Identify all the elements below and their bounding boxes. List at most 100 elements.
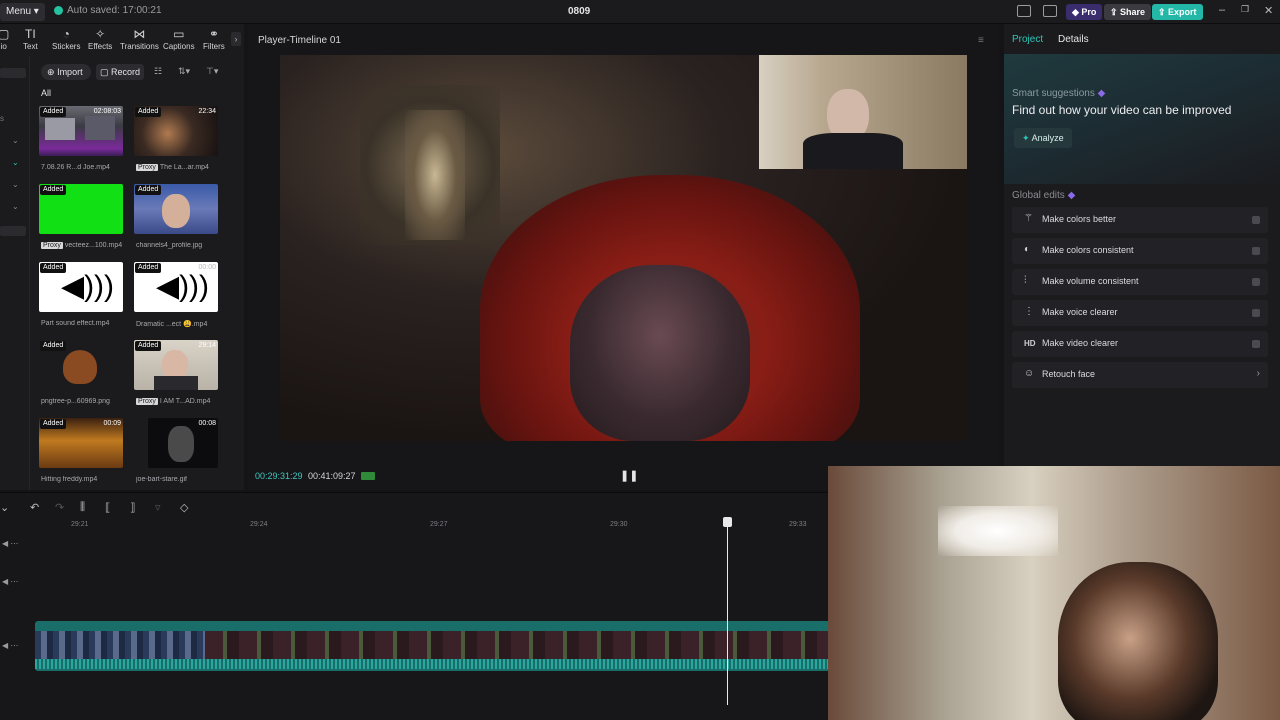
- sidebar-item[interactable]: [0, 226, 26, 236]
- tool-text[interactable]: TI Text: [23, 28, 38, 52]
- toggle[interactable]: [1252, 340, 1260, 348]
- player-panel: Player-Timeline 01 ≡ 00:29:31:29 00:41:0…: [248, 24, 998, 490]
- share-button[interactable]: ⇪ Share: [1104, 4, 1152, 20]
- global-edit-colors-consistent[interactable]: ◐ Make colors consistent: [1012, 238, 1268, 264]
- added-badge: Added: [40, 185, 67, 195]
- filter-icon[interactable]: ⊤▾: [206, 66, 218, 77]
- chevron-down-icon[interactable]: ⌄: [12, 202, 19, 211]
- toggle[interactable]: [1252, 247, 1260, 255]
- media-item[interactable]: Added 29:14: [134, 340, 218, 390]
- menu-button[interactable]: Menu ▾: [0, 3, 45, 21]
- media-item[interactable]: ◀︎))) Added: [39, 262, 123, 312]
- audio-track-icon[interactable]: ◀︎ ⋯: [2, 577, 18, 586]
- audio-track-icon[interactable]: ◀︎ ⋯: [2, 539, 18, 548]
- added-badge: Added: [135, 185, 162, 195]
- media-name: 7.08.26 R...d Joe.mp4: [41, 164, 110, 171]
- project-name[interactable]: 0809: [568, 6, 590, 17]
- tool-transitions[interactable]: ⋈ Transitions: [120, 28, 159, 52]
- toggle[interactable]: [1252, 216, 1260, 224]
- media-item[interactable]: Added 02:08:03: [39, 106, 123, 156]
- pause-button[interactable]: ❚❚: [620, 469, 638, 482]
- thumb-image: [85, 116, 115, 140]
- export-button[interactable]: ⇪ Export: [1152, 4, 1203, 20]
- main-track-icon[interactable]: ◀︎ ⋯: [2, 641, 18, 650]
- global-edit-retouch-face[interactable]: ☺ Retouch face ›: [1012, 362, 1268, 388]
- sort-icon[interactable]: ⇅▾: [178, 66, 190, 77]
- media-name: Proxy vecteez...100.mp4: [41, 242, 123, 249]
- chevron-right-icon[interactable]: ›: [1257, 368, 1260, 379]
- menu-icon[interactable]: ≡: [978, 35, 984, 46]
- redo-icon[interactable]: ↷: [55, 501, 64, 514]
- tool-effects[interactable]: ✧ Effects: [88, 28, 112, 52]
- pip-video[interactable]: [759, 55, 967, 169]
- chevron-down-icon[interactable]: ⌄: [12, 180, 19, 189]
- video-preview[interactable]: [280, 55, 967, 441]
- media-item[interactable]: Added: [134, 184, 218, 234]
- toggle[interactable]: [1252, 278, 1260, 286]
- undo-icon[interactable]: ↶: [30, 501, 39, 514]
- clip-filmstrip: [205, 631, 830, 659]
- layout-icon[interactable]: [1017, 5, 1031, 17]
- chevron-right-icon[interactable]: ›: [231, 32, 241, 46]
- analyze-button[interactable]: ✦ Analyze: [1014, 128, 1072, 148]
- media-item[interactable]: 00:08: [148, 418, 218, 468]
- close-icon[interactable]: ✕: [1264, 4, 1273, 17]
- media-item[interactable]: ◀︎))) Added 00:00: [134, 262, 218, 312]
- pro-button[interactable]: ◆ Pro: [1066, 4, 1103, 20]
- tool-media[interactable]: ▢ io: [0, 27, 10, 52]
- chevron-down-icon[interactable]: ⌄: [12, 158, 19, 167]
- clip-waveform: [35, 659, 830, 669]
- view-grid-icon[interactable]: ☷: [154, 66, 162, 77]
- global-edit-voice-clearer[interactable]: ⋮ Make voice clearer: [1012, 300, 1268, 326]
- tool-stickers[interactable]: ◔ Stickers: [52, 28, 80, 52]
- chevron-down-icon[interactable]: ⌄: [0, 501, 9, 514]
- check-icon: [54, 6, 63, 15]
- timeline-clip[interactable]: [35, 621, 830, 671]
- media-item[interactable]: Added: [39, 340, 123, 390]
- sidebar-item[interactable]: [0, 68, 26, 78]
- playhead[interactable]: [727, 519, 728, 705]
- sidebar-item[interactable]: s: [0, 114, 4, 123]
- media-item[interactable]: Added 00:09: [39, 418, 123, 468]
- global-edit-colors-better[interactable]: ⚚ Make colors better: [1012, 207, 1268, 233]
- delete-icon[interactable]: ▿: [155, 501, 161, 514]
- current-timecode: 00:29:31:29: [255, 471, 303, 481]
- media-panel: s ⌄ ⌄ ⌄ ⌄ ⊕ Import ▢ Record ☷ ⇅▾ ⊤▾ All …: [0, 56, 244, 490]
- record-button[interactable]: ▢ Record: [96, 64, 145, 80]
- ruler-label: 29:21: [71, 521, 89, 528]
- playhead-handle[interactable]: [723, 517, 732, 527]
- tab-project[interactable]: Project: [1012, 34, 1043, 45]
- chevron-down-icon[interactable]: ⌄: [12, 136, 19, 145]
- media-name: Part sound effect.mp4: [41, 320, 110, 327]
- import-button[interactable]: ⊕ Import: [41, 64, 91, 80]
- trim-right-icon[interactable]: ⟧: [130, 501, 135, 514]
- split-icon[interactable]: ⫼: [80, 501, 85, 514]
- media-name: joe-bart-stare.gif: [136, 476, 187, 483]
- duration: 22:34: [198, 108, 216, 115]
- tab-all[interactable]: All: [41, 88, 51, 98]
- global-edits-title: Global edits ◆: [1012, 190, 1076, 201]
- global-edit-volume-consistent[interactable]: ⫶ Make volume consistent: [1012, 269, 1268, 295]
- face-icon: ☺: [1024, 368, 1035, 379]
- media-icon: ▢: [0, 27, 10, 41]
- render-status-icon: [361, 472, 375, 480]
- clip-filmstrip: [35, 631, 205, 659]
- media-name: Proxy The La...ar.mp4: [136, 164, 209, 171]
- media-sidebar: s ⌄ ⌄ ⌄ ⌄: [0, 56, 30, 490]
- toggle[interactable]: [1252, 309, 1260, 317]
- trim-left-icon[interactable]: ⟦: [105, 501, 110, 514]
- tab-details[interactable]: Details: [1058, 34, 1089, 45]
- marker-icon[interactable]: ◇: [180, 501, 188, 514]
- minimize-icon[interactable]: –: [1219, 4, 1225, 16]
- media-item[interactable]: Added: [39, 184, 123, 234]
- shortcuts-icon[interactable]: [1043, 5, 1057, 17]
- total-timecode: 00:41:09:27: [308, 471, 356, 481]
- autosave-status: Auto saved: 17:00:21: [54, 5, 162, 16]
- global-edit-video-clearer[interactable]: HD Make video clearer: [1012, 331, 1268, 357]
- subject-face: [570, 265, 750, 441]
- tool-filters[interactable]: ⚭ Filters: [203, 28, 225, 52]
- media-item[interactable]: Added 22:34: [134, 106, 218, 156]
- tool-captions[interactable]: ▭ Captions: [163, 28, 195, 52]
- restore-icon[interactable]: ❐: [1241, 4, 1249, 15]
- ruler-label: 29:27: [430, 521, 448, 528]
